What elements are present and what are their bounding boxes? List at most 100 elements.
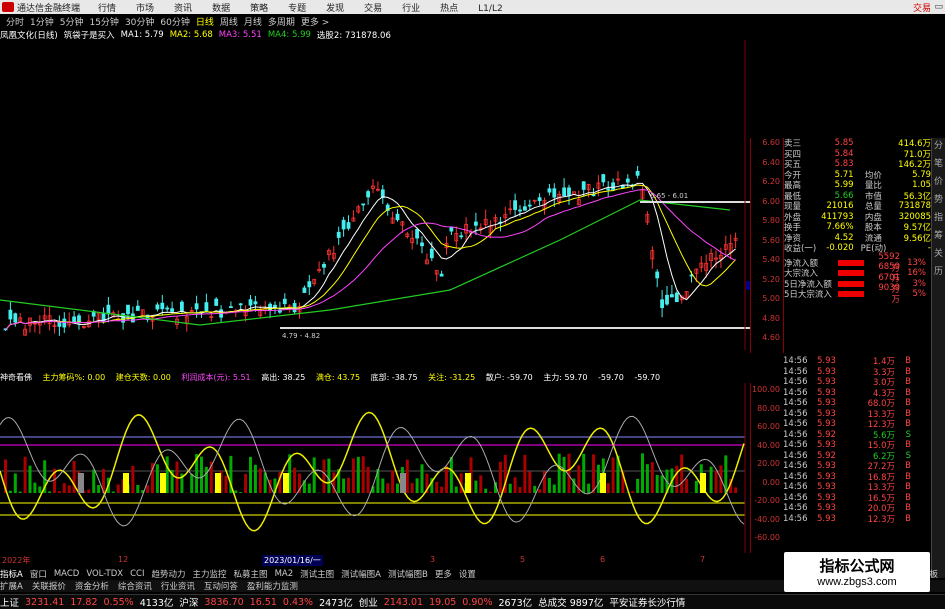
- indicator-name[interactable]: 神奇看佛: [0, 373, 32, 382]
- candle-body: [228, 306, 233, 309]
- candle-body: [523, 206, 527, 211]
- indicator-tab-6[interactable]: 主力监控: [193, 568, 227, 580]
- indicator-l: -59.70: [634, 373, 661, 382]
- menu-item-1[interactable]: 市场: [136, 4, 154, 14]
- window-control-icon[interactable]: ▭: [934, 2, 943, 12]
- menu-item-5[interactable]: 专题: [288, 4, 306, 14]
- trade-link[interactable]: 交易: [913, 1, 931, 14]
- ext-tab-6[interactable]: 盈利能力监测: [247, 580, 298, 592]
- tick-price: 5.93: [817, 482, 836, 493]
- indicator-bar: [562, 456, 566, 493]
- sidebar-tab-5[interactable]: 筹: [932, 228, 945, 246]
- indicator-tab-0[interactable]: 指标A: [0, 568, 23, 580]
- tick-side: B: [905, 398, 911, 409]
- menu-item-8[interactable]: 行业: [402, 4, 420, 14]
- indicator-tab-8[interactable]: MA2: [275, 569, 294, 579]
- indicator-bar: [204, 466, 208, 493]
- indicator-tab-4[interactable]: CCI: [130, 569, 144, 579]
- period-tab-0[interactable]: 分时: [6, 15, 24, 28]
- indicator-bar: [386, 483, 390, 493]
- indicator-bar: [645, 464, 649, 493]
- indicator-bar: [435, 481, 439, 493]
- period-tab-9[interactable]: 多周期: [268, 15, 295, 28]
- candle-body: [307, 281, 312, 288]
- indicator-tab-12[interactable]: 更多: [435, 568, 452, 580]
- candlestick-chart[interactable]: 6.65 - 6.014.79 - 4.824.515.18: [0, 40, 750, 350]
- period-tab-5[interactable]: 60分钟: [160, 15, 189, 28]
- ext-tab-1[interactable]: 关联报价: [32, 580, 66, 592]
- tick-price: 5.93: [817, 398, 836, 409]
- sidebar-tab-2[interactable]: 价: [932, 174, 945, 192]
- sidebar-tab-7[interactable]: 历: [932, 264, 945, 282]
- indicator-bar: [28, 465, 32, 493]
- period-tab-3[interactable]: 15分钟: [89, 15, 118, 28]
- ext-tab-3[interactable]: 综合资讯: [118, 580, 152, 592]
- candle-body: [165, 307, 170, 310]
- period-tab-1[interactable]: 1分钟: [30, 15, 54, 28]
- period-tab-7[interactable]: 周线: [220, 15, 238, 28]
- index-name[interactable]: 沪深: [179, 595, 198, 609]
- ext-tab-0[interactable]: 扩展A: [0, 580, 23, 592]
- ext-tab-5[interactable]: 互动问答: [204, 580, 238, 592]
- index-name[interactable]: 上证: [0, 595, 19, 609]
- sidebar-tab-6[interactable]: 关: [932, 246, 945, 264]
- candle-body: [655, 271, 660, 279]
- period-tab-2[interactable]: 5分钟: [60, 15, 84, 28]
- candle-body: [135, 305, 140, 311]
- index-change: 16.51: [249, 596, 277, 608]
- tick-volume: 12.3万: [867, 514, 895, 525]
- sidebar-tab-4[interactable]: 指: [932, 210, 945, 228]
- menu-item-0[interactable]: 行情: [98, 4, 116, 14]
- indicator-tick: 80.00: [757, 403, 780, 413]
- time-label-year: 2022年: [2, 556, 31, 565]
- period-tab-10[interactable]: 更多 >: [301, 15, 329, 28]
- period-tab-4[interactable]: 30分钟: [125, 15, 154, 28]
- menu-item-9[interactable]: 热点: [440, 4, 458, 14]
- menu-item-7[interactable]: 交易: [364, 4, 382, 14]
- menu-item-6[interactable]: 发现: [326, 4, 344, 14]
- menu-item-2[interactable]: 资讯: [174, 4, 192, 14]
- indicator-tab-13[interactable]: 设置: [459, 568, 476, 580]
- indicator-bar: [587, 483, 591, 493]
- index-value: 3836.70: [204, 596, 244, 608]
- indicator-bar: [405, 459, 409, 493]
- candle-body: [346, 222, 351, 229]
- indicator-tab-9[interactable]: 测试主图: [300, 568, 334, 580]
- menu-item-10[interactable]: L1/L2: [478, 4, 503, 14]
- indicator-tab-7[interactable]: 私募主图: [234, 568, 268, 580]
- sidebar-tab-0[interactable]: 分: [932, 138, 945, 156]
- ext-tab-2[interactable]: 资金分析: [75, 580, 109, 592]
- indicator-tab-1[interactable]: 窗口: [30, 568, 47, 580]
- indicator-tab-11[interactable]: 测试幅图B: [388, 568, 428, 580]
- indicator-tab-3[interactable]: VOL-TDX: [86, 569, 123, 579]
- period-tab-8[interactable]: 月线: [244, 15, 262, 28]
- tick-side: B: [905, 440, 911, 451]
- indicator-bar: [361, 456, 365, 493]
- broker-name: 平安证券长沙行情: [609, 598, 686, 609]
- tick-list[interactable]: 14:56 5.93 1.4万 B 14:56 5.93 3.3万 B 14:56 5.93 3.0…: [783, 356, 931, 556]
- indicator-bar: [714, 470, 718, 493]
- formula-name[interactable]: 筑袋子是买入: [64, 29, 115, 41]
- app-title: 通达信金融终端: [17, 3, 81, 14]
- period-tab-6[interactable]: 日线: [196, 15, 214, 28]
- time-label-m2: 3: [430, 555, 436, 564]
- index-name[interactable]: 创业: [359, 595, 378, 609]
- menu-item-3[interactable]: 数据: [212, 4, 230, 14]
- tick-time: 14:56: [783, 440, 808, 451]
- time-label-m1: 12: [118, 555, 129, 564]
- sidebar-tab-1[interactable]: 笔: [932, 156, 945, 174]
- indicator-tab-5[interactable]: 趋势动力: [152, 568, 186, 580]
- quote-value: -0.020: [826, 243, 854, 254]
- candle-body: [429, 248, 434, 259]
- indicator-tab-10[interactable]: 测试幅图A: [341, 568, 381, 580]
- ext-tab-4[interactable]: 行业资讯: [161, 580, 195, 592]
- index-value: 2143.01: [383, 596, 424, 608]
- indicator-chart[interactable]: [0, 383, 750, 553]
- menu-item-4[interactable]: 策略: [250, 4, 268, 14]
- tick-row[interactable]: 14:56 5.93 12.3万 B: [783, 514, 931, 525]
- sidebar-tab-3[interactable]: 势: [932, 192, 945, 210]
- quote-value: 5.85: [834, 138, 854, 149]
- indicator-bar: [592, 454, 595, 493]
- indicator-tab-2[interactable]: MACD: [54, 569, 79, 579]
- indicator-bar: [474, 480, 478, 493]
